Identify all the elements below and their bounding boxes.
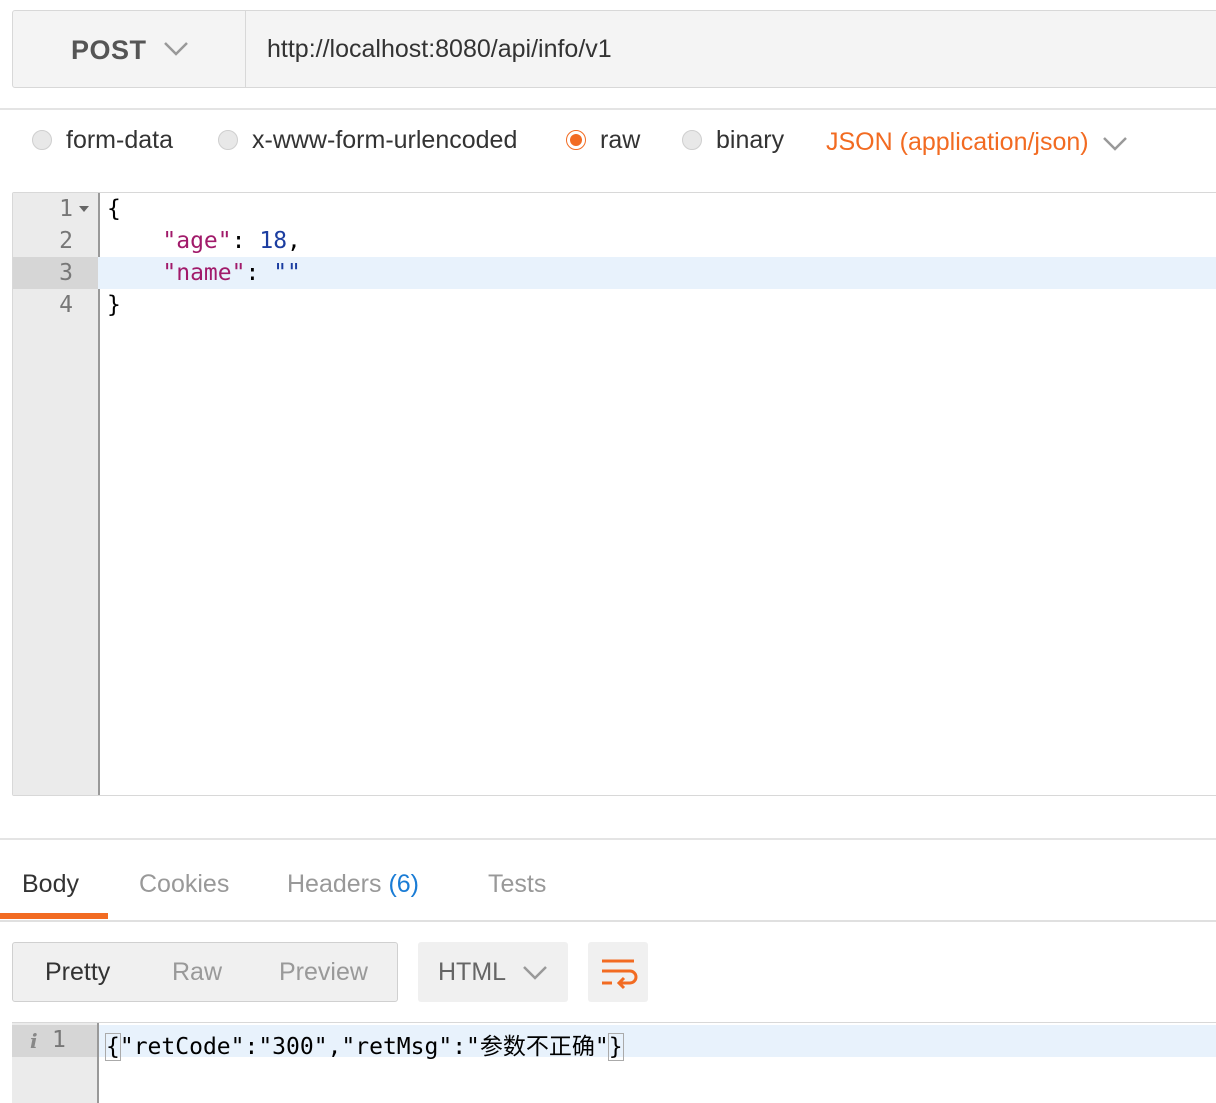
radio-x-www-form-urlencoded[interactable]: x-www-form-urlencoded	[218, 118, 517, 162]
request-body-editor[interactable]: 1 { 2 "age": 18, 3 "name": "" 4 }	[12, 192, 1216, 796]
active-tab-underline	[0, 913, 108, 919]
raw-button[interactable]: Raw	[172, 958, 222, 987]
response-body-viewer[interactable]: i 1 {"retCode":"300","retMsg":"参数不正确"}	[12, 1022, 1216, 1103]
radio-label: raw	[600, 125, 641, 154]
url-input[interactable]: http://localhost:8080/api/info/v1	[267, 35, 612, 64]
chevron-down-icon	[523, 966, 547, 980]
code-text: {	[107, 196, 121, 222]
tab-body[interactable]: Body	[22, 870, 79, 899]
line-number: 2	[59, 228, 73, 254]
info-icon: i	[30, 1029, 38, 1053]
json-string: ""	[273, 260, 301, 286]
wrap-lines-icon	[602, 959, 638, 990]
radio-binary[interactable]: binary	[682, 118, 784, 162]
radio-label: form-data	[66, 125, 173, 154]
tab-headers[interactable]: Headers (6)	[287, 870, 419, 899]
radio-button[interactable]	[32, 130, 52, 150]
request-bar: POST http://localhost:8080/api/info/v1	[12, 10, 1216, 88]
pretty-button[interactable]: Pretty	[45, 958, 110, 987]
code-text: "name": ""	[107, 257, 301, 289]
radio-button[interactable]	[682, 130, 702, 150]
chevron-down-icon	[164, 42, 188, 56]
json-separator: :	[231, 228, 260, 254]
code-text: "age": 18,	[107, 225, 301, 257]
matched-bracket: }	[607, 1033, 624, 1061]
radio-label: x-www-form-urlencoded	[252, 125, 518, 154]
format-toggle-group: Pretty Raw Preview	[12, 942, 398, 1002]
headers-count: (6)	[388, 870, 420, 898]
method-dropdown[interactable]: POST	[13, 11, 246, 87]
tab-cookies[interactable]: Cookies	[139, 870, 229, 899]
code-line: 3 "name": ""	[13, 257, 1213, 289]
fold-arrow-icon[interactable]	[79, 206, 89, 212]
line-number: 1	[52, 1027, 66, 1053]
tab-tests[interactable]: Tests	[488, 870, 546, 899]
language-dropdown[interactable]: HTML	[418, 942, 568, 1002]
code-text: }	[107, 292, 121, 318]
code-line: 1 {	[13, 193, 1213, 225]
tab-headers-label: Headers	[287, 870, 382, 898]
radio-label: binary	[716, 125, 785, 154]
chevron-down-icon[interactable]	[1102, 136, 1128, 152]
radio-form-data[interactable]: form-data	[32, 118, 173, 162]
method-label: POST	[71, 35, 147, 65]
divider	[0, 108, 1216, 110]
code-line: 2 "age": 18,	[13, 225, 1213, 257]
json-number: 18	[259, 228, 288, 254]
response-text: {"retCode":"300","retMsg":"参数不正确"}	[105, 1027, 624, 1061]
content-type-dropdown[interactable]: JSON (application/json)	[826, 128, 1089, 157]
matched-bracket: {	[105, 1033, 121, 1061]
response-content: "retCode":"300","retMsg":"参数不正确"	[119, 1034, 609, 1060]
line-number: 4	[59, 292, 73, 318]
json-comma: ,	[287, 228, 301, 254]
radio-raw[interactable]: raw	[566, 118, 640, 162]
code-line: 4 }	[13, 289, 1213, 321]
language-label: HTML	[438, 958, 507, 986]
wrap-lines-button[interactable]	[588, 942, 648, 1002]
preview-button[interactable]: Preview	[279, 958, 368, 987]
line-number: 1	[59, 196, 73, 222]
json-separator: :	[245, 260, 274, 286]
line-number: 3	[59, 260, 73, 286]
json-key: "name"	[162, 260, 246, 286]
radio-button-selected[interactable]	[566, 130, 586, 150]
response-tabs: Body Cookies Headers (6) Tests	[0, 840, 1216, 922]
json-key: "age"	[162, 228, 232, 254]
radio-button[interactable]	[218, 130, 238, 150]
